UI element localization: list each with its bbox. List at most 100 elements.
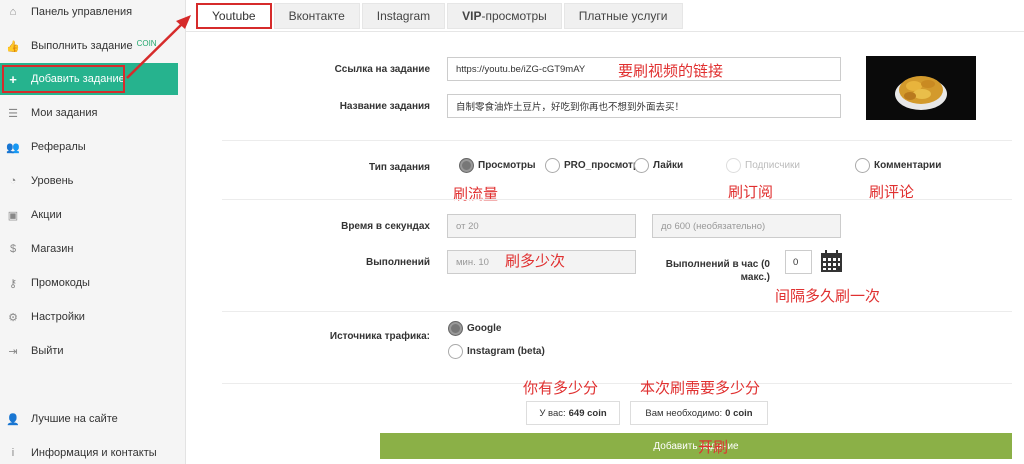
sidebar-item-label: Уровень	[31, 175, 74, 187]
sidebar-item-label: Выйти	[31, 345, 64, 357]
radio-label: Подписчики	[745, 160, 801, 171]
home-icon: ⌂	[9, 6, 17, 18]
cost-prefix: Вам необходимо:	[645, 407, 723, 419]
name-label: Название задания	[339, 101, 430, 112]
sidebar-item-logout[interactable]: ⇥ Выйти	[0, 335, 178, 367]
sidebar-item-label: Мои задания	[31, 107, 98, 119]
tab-paid-services[interactable]: Платные услуги	[563, 3, 683, 29]
tab-instagram[interactable]: Instagram	[361, 3, 446, 29]
sidebar-item-label: Магазин	[31, 243, 74, 255]
sidebar-item-label: Рефералы	[31, 141, 86, 153]
executions-label: Выполнений	[366, 257, 430, 268]
name-value: 自制零食油炸土豆片，好吃到你再也不想到外面去买！	[456, 102, 685, 113]
radio-label: Просмотры	[478, 160, 536, 171]
dollar-icon: $	[9, 243, 17, 255]
sidebar-item-referrals[interactable]: 👥 Рефералы	[0, 131, 178, 163]
per-hour-annotation: 间隔多久刷一次	[775, 288, 881, 305]
tab-label: Instagram	[376, 9, 431, 23]
radio-subscribers[interactable]: Подписчики	[726, 158, 800, 173]
balance-prefix: У вас:	[539, 407, 566, 419]
per-hour-input[interactable]: 0	[785, 250, 812, 274]
calendar-icon[interactable]	[820, 249, 843, 273]
sidebar-item-label: Выполнить задание	[31, 40, 133, 52]
tab-youtube[interactable]: Youtube	[196, 3, 272, 29]
traffic-label: Источника трафика:	[329, 331, 430, 342]
sidebar-item-label: Информация и контакты	[31, 447, 157, 459]
info-icon: i	[11, 447, 15, 459]
submit-annotation: 开刷	[698, 439, 729, 456]
balance-annotation: 你有多少分	[523, 380, 599, 397]
radio-likes[interactable]: Лайки	[634, 158, 683, 173]
sidebar-item-my-tasks[interactable]: ☰ Мои задания	[0, 97, 178, 129]
sidebar-item-promotions[interactable]: ▣ Акции	[0, 199, 178, 231]
sidebar-item-shop[interactable]: $ Магазин	[0, 233, 178, 265]
gear-icon: ⚙	[8, 311, 18, 324]
divider	[222, 140, 1012, 141]
name-input[interactable]: 自制零食油炸土豆片，好吃到你再也不想到外面去买！	[447, 94, 841, 118]
sidebar-item-label: Промокоды	[31, 277, 90, 289]
time-to-input[interactable]: до 600 (необязательно)	[652, 214, 841, 238]
radio-views[interactable]: Просмотры	[459, 158, 536, 173]
balance-value: 649 coin	[568, 407, 607, 419]
cost-box: Вам необходимо: 0 coin	[630, 401, 768, 425]
divider	[222, 199, 1012, 200]
sidebar-item-promocodes[interactable]: ⚷ Промокоды	[0, 267, 178, 299]
video-thumbnail	[866, 56, 976, 120]
radio-dot	[726, 158, 741, 173]
sidebar-item-label: Панель управления	[31, 6, 133, 18]
link-annotation: 要刷视频的链接	[618, 63, 724, 80]
list-icon: ☰	[8, 107, 18, 120]
time-from-input[interactable]: от 20	[447, 214, 636, 238]
sidebar-item-label: Лучшие на сайте	[31, 413, 118, 425]
radio-google[interactable]: Google	[448, 321, 501, 336]
tab-label: Платные услуги	[578, 9, 668, 23]
sidebar-item-level[interactable]: ◔ Уровень	[0, 165, 178, 197]
per-hour-label: Выполнений в час (0 макс.)	[665, 259, 770, 283]
users-icon: 👥	[6, 141, 20, 154]
link-label: Ссылка на задание	[334, 64, 430, 75]
cost-value: 0 coin	[725, 407, 753, 419]
radio-dot	[459, 158, 474, 173]
gift-icon: ▣	[7, 209, 19, 222]
annotation-highlight-box	[2, 65, 125, 93]
sidebar-item-settings[interactable]: ⚙ Настройки	[0, 301, 178, 333]
tab-label: VIP	[462, 9, 482, 23]
balance-box: У вас: 649 coin	[526, 401, 620, 425]
coin-badge: COIN	[136, 38, 157, 48]
radio-dot	[634, 158, 649, 173]
user-icon: 👤	[6, 413, 20, 426]
tab-vip-views[interactable]: VIP -просмотры	[447, 3, 562, 29]
cost-annotation: 本次刷需要多少分	[640, 380, 761, 397]
time-label: Время в секундах	[341, 221, 430, 232]
radio-label: Google	[467, 323, 502, 334]
radio-label: Лайки	[653, 160, 684, 171]
radio-dot	[855, 158, 870, 173]
radio-pro-views[interactable]: PRO_просмотр	[545, 158, 639, 173]
time-to-placeholder: до 600 (необязательно)	[661, 220, 766, 232]
tab-label: Вконтакте	[288, 9, 345, 23]
link-value: https://youtu.be/iZG-cGT9mAY	[456, 63, 586, 75]
sidebar-item-do-task[interactable]: 👍 Выполнить задание COIN	[0, 30, 178, 62]
type-label: Тип задания	[368, 162, 430, 173]
executions-annotation: 刷多少次	[505, 253, 566, 270]
radio-comments[interactable]: Комментарии	[855, 158, 941, 173]
thumbs-up-icon: 👍	[6, 40, 20, 53]
divider	[222, 311, 1012, 312]
sidebar-item-label: Настройки	[31, 311, 85, 323]
views-annotation: 刷流量	[453, 186, 499, 203]
sidebar-item-top-users[interactable]: 👤 Лучшие на сайте	[0, 403, 178, 435]
gauge-icon: ◔	[9, 175, 17, 187]
add-task-button[interactable]: Добавить задание	[380, 433, 1012, 459]
sidebar-item-dashboard[interactable]: ⌂ Панель управления	[0, 0, 178, 28]
key-icon: ⚷	[8, 277, 18, 290]
radio-label: PRO_просмотр	[564, 160, 640, 171]
radio-dot	[448, 344, 463, 359]
logout-icon: ⇥	[8, 345, 18, 358]
tab-bar: Youtube Вконтакте Instagram VIP -просмотр…	[196, 3, 685, 31]
radio-instagram[interactable]: Instagram (beta)	[448, 344, 545, 359]
tab-divider	[186, 31, 1024, 32]
executions-placeholder: мин. 10	[456, 256, 489, 268]
radio-dot	[448, 321, 463, 336]
tab-vkontakte[interactable]: Вконтакте	[273, 3, 360, 29]
sidebar-item-info[interactable]: i Информация и контакты	[0, 437, 178, 464]
